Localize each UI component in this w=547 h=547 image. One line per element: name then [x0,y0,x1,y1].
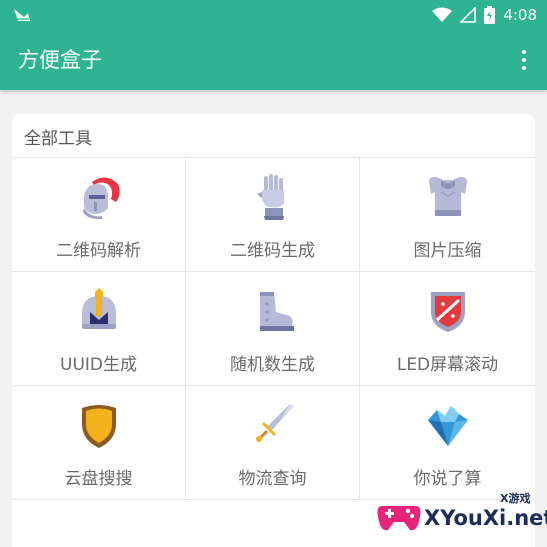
tool-label: 随机数生成 [230,355,315,375]
tools-row: 二维码解析 二维码生成 图片压缩 [12,158,535,272]
notification-icon [14,9,30,21]
tool-label: 你说了算 [413,469,482,489]
knight-helm-icon [81,288,116,329]
tool-logistics[interactable]: 物流查询 [186,386,360,499]
tool-label: 物流查询 [238,469,307,489]
helmet-icon [82,177,120,220]
tool-uuid-generate[interactable]: UUID生成 [12,272,186,385]
card-title: 全部工具 [24,129,92,149]
signal-icon [460,7,477,23]
tool-led-scroll[interactable]: LED屏幕滚动 [360,272,535,385]
site-watermark: XYouXi.net X游戏 [372,488,547,544]
status-time: 4:08 [503,6,537,24]
app-bar: 方便盒子 [0,30,547,90]
app-title: 方便盒子 [18,48,102,72]
tools-row: 云盘搜搜 物流查询 你说了算 [12,386,535,500]
crystal-icon [427,406,468,446]
tools-card: 全部工具 二维码解析 二维码生成 图片压缩 UUID生成 随机数生成 LED屏幕… [12,114,535,547]
watermark-brand: XYouXi.net [424,506,547,530]
gamepad-logo-icon [377,506,421,531]
tool-image-compress[interactable]: 图片压缩 [360,158,535,271]
wifi-icon [432,7,453,22]
gauntlet-icon [256,174,284,220]
tool-label: 二维码解析 [56,241,141,261]
boot-icon [259,292,294,331]
gold-shield-icon [81,405,116,448]
tool-cloud-search[interactable]: 云盘搜搜 [12,386,186,499]
tool-label: 二维码生成 [230,241,315,261]
sword-icon [255,404,294,442]
tool-label: 图片压缩 [413,241,482,261]
red-shield-icon [430,292,465,332]
tool-qr-parse[interactable]: 二维码解析 [12,158,186,271]
tools-grid: 二维码解析 二维码生成 图片压缩 UUID生成 随机数生成 LED屏幕滚动 云盘… [12,157,535,500]
battery-icon [484,6,496,24]
watermark-tag: X游戏 [500,492,531,505]
tool-random-number[interactable]: 随机数生成 [186,272,360,385]
tool-label: UUID生成 [60,355,137,375]
status-bar: 4:08 [0,0,547,30]
more-vert-icon[interactable] [519,48,529,72]
tool-qr-generate[interactable]: 二维码生成 [186,158,360,271]
tools-row: UUID生成 随机数生成 LED屏幕滚动 [12,272,535,386]
tool-label: 云盘搜搜 [64,469,133,489]
tool-label: LED屏幕滚动 [396,355,499,375]
tool-you-decide[interactable]: 你说了算 [360,386,535,499]
armor-icon [428,176,467,216]
